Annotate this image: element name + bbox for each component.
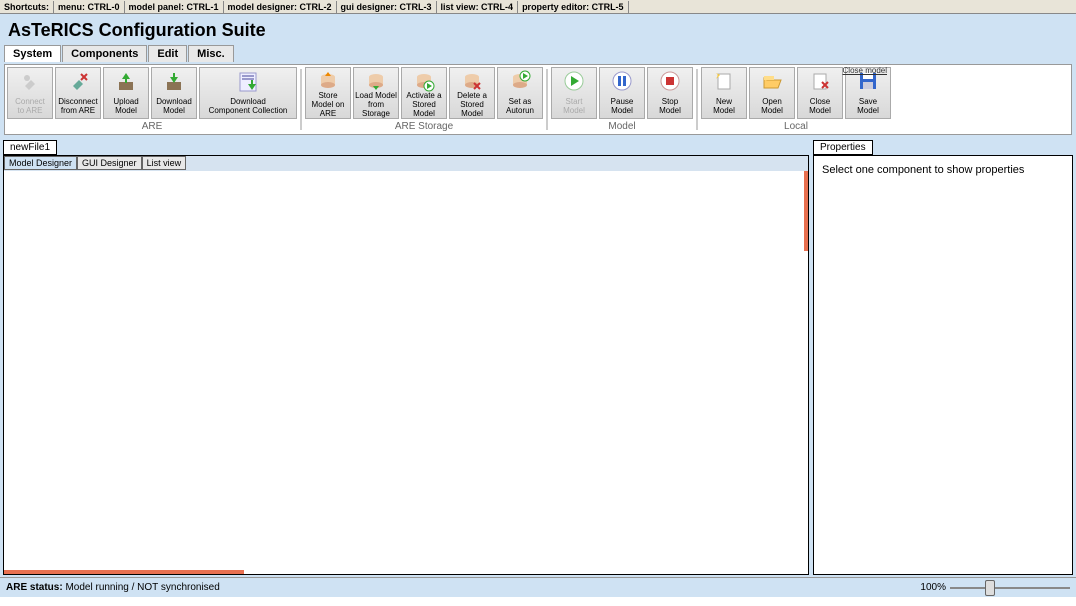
download-collection-icon (237, 70, 259, 92)
pause-icon (611, 70, 633, 92)
toolbar-group-label: Model (551, 119, 693, 132)
properties-tab[interactable]: Properties (813, 140, 873, 155)
toolbar-separator (696, 69, 698, 130)
app-title: AsTeRICS Configuration Suite (8, 20, 1068, 41)
disconnect-are-button[interactable]: Disconnectfrom ARE (55, 67, 101, 119)
open-icon (761, 70, 783, 92)
shortcut-item[interactable]: property editor: CTRL-5 (518, 1, 629, 13)
activate-stored-model-button[interactable]: Activate aStored Model (401, 67, 447, 119)
designer-container: Model Designer GUI Designer List view (3, 155, 809, 575)
connect-are-button[interactable]: Connectto ARE (7, 67, 53, 119)
set-autorun-button[interactable]: Set asAutorun (497, 67, 543, 119)
delete-stored-model-button[interactable]: Delete aStored Model (449, 67, 495, 119)
tab-list-view[interactable]: List view (142, 156, 187, 170)
toolbar-group-label: ARE Storage (305, 119, 543, 132)
toolbar-group-model: StartModel PauseModel StopModel Model (551, 67, 693, 132)
tab-edit[interactable]: Edit (148, 45, 187, 62)
tab-model-designer[interactable]: Model Designer (4, 156, 77, 170)
download-icon (163, 70, 185, 92)
toolbar-separator (300, 69, 302, 130)
upload-model-button[interactable]: UploadModel (103, 67, 149, 119)
toolbar-group-are: Connectto ARE Disconnectfrom ARE UploadM… (7, 67, 297, 132)
db-delete-icon (461, 70, 483, 92)
toolbar-group-label: Local (701, 119, 891, 132)
tab-components[interactable]: Components (62, 45, 147, 62)
plug-icon (19, 70, 41, 92)
status-text: Model running / NOT synchronised (65, 582, 219, 593)
stop-icon (659, 70, 681, 92)
title-area: AsTeRICS Configuration Suite (0, 14, 1076, 45)
properties-body: Select one component to show properties (813, 155, 1073, 575)
toolbar: Connectto ARE Disconnectfrom ARE UploadM… (4, 64, 1072, 135)
property-panel: Properties Select one component to show … (813, 140, 1073, 575)
db-auto-icon (509, 70, 531, 92)
toolbar-group-label: ARE (7, 119, 297, 132)
tab-system[interactable]: System (4, 45, 61, 62)
close-model-button[interactable]: CloseModel (797, 67, 843, 119)
download-model-button[interactable]: DownloadModel (151, 67, 197, 119)
shortcut-item[interactable]: gui designer: CTRL-3 (337, 1, 437, 13)
zoom-value: 100% (920, 582, 946, 593)
status-bar: ARE status: Model running / NOT synchron… (0, 577, 1076, 597)
tab-misc[interactable]: Misc. (188, 45, 234, 62)
shortcut-bar: Shortcuts: menu: CTRL-0 model panel: CTR… (0, 0, 1076, 14)
store-model-button[interactable]: StoreModel on ARE (305, 67, 351, 119)
status-label: ARE status: (6, 582, 63, 593)
toolbar-area: Connectto ARE Disconnectfrom ARE UploadM… (0, 62, 1076, 137)
shortcut-label: Shortcuts: (0, 1, 54, 13)
open-model-button[interactable]: OpenModel (749, 67, 795, 119)
toolbar-group-are-storage: StoreModel on ARE Load Modelfrom Storage… (305, 67, 543, 132)
shortcut-item[interactable]: list view: CTRL-4 (437, 1, 519, 13)
download-component-collection-button[interactable]: DownloadComponent Collection (199, 67, 297, 119)
designer-canvas[interactable] (4, 171, 808, 574)
stop-model-button[interactable]: StopModel (647, 67, 693, 119)
tab-gui-designer[interactable]: GUI Designer (77, 156, 142, 170)
play-icon (563, 70, 585, 92)
zoom-slider-thumb[interactable] (985, 580, 995, 596)
main-area: newFile1 Model Designer GUI Designer Lis… (0, 137, 1076, 577)
load-model-button[interactable]: Load Modelfrom Storage (353, 67, 399, 119)
menu-tabs: System Components Edit Misc. (0, 45, 1076, 62)
file-tab[interactable]: newFile1 (3, 140, 57, 155)
db-up-icon (317, 70, 339, 92)
zoom-slider[interactable] (950, 587, 1070, 589)
vertical-scrollbar[interactable] (804, 171, 808, 251)
db-down-icon (365, 70, 387, 92)
upload-icon (115, 70, 137, 92)
new-model-button[interactable]: NewModel (701, 67, 747, 119)
shortcut-item[interactable]: menu: CTRL-0 (54, 1, 125, 13)
horizontal-scrollbar[interactable] (4, 570, 244, 574)
pause-model-button[interactable]: PauseModel (599, 67, 645, 119)
model-panel: newFile1 Model Designer GUI Designer Lis… (3, 140, 809, 575)
toolbar-separator (546, 69, 548, 130)
plug-x-icon (67, 70, 89, 92)
start-model-button[interactable]: StartModel (551, 67, 597, 119)
zoom-control: 100% (920, 582, 1070, 593)
close-model-link[interactable]: Close model (843, 66, 887, 75)
toolbar-group-local: Close model NewModel OpenModel CloseMode… (701, 67, 891, 132)
db-play-icon (413, 70, 435, 92)
shortcut-item[interactable]: model designer: CTRL-2 (224, 1, 337, 13)
shortcut-item[interactable]: model panel: CTRL-1 (125, 1, 224, 13)
close-icon (809, 70, 831, 92)
new-icon (713, 70, 735, 92)
properties-empty-text: Select one component to show properties (822, 164, 1024, 176)
